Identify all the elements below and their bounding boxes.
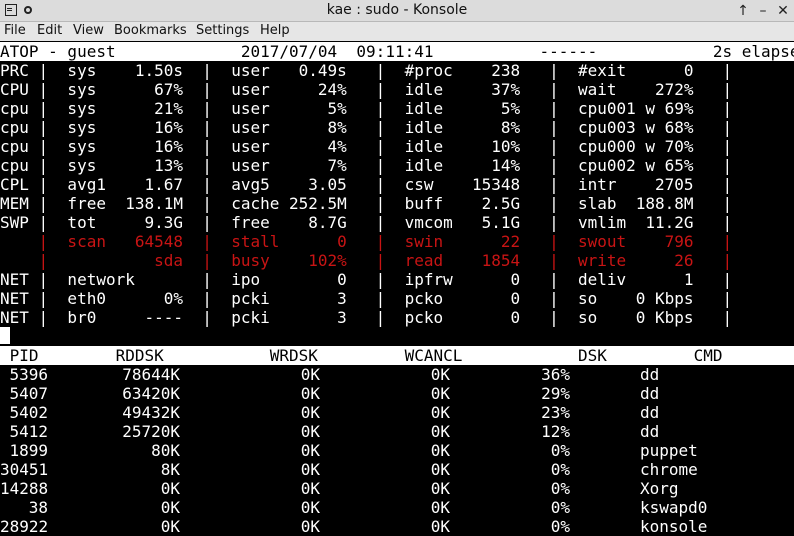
process-rddsk: 25720K: [122, 422, 180, 441]
process-wrdsk: 0K: [300, 498, 320, 517]
process-dsk: 0%: [550, 479, 570, 498]
process-rddsk: 80K: [151, 441, 180, 460]
process-row: 1899 80K 0K 0K 0% puppet: [0, 441, 794, 460]
menu-help[interactable]: Help: [260, 23, 290, 38]
process-cmd: kswapd0: [640, 498, 708, 517]
process-wrdsk: 0K: [300, 479, 320, 498]
process-rddsk: 0K: [160, 517, 180, 536]
process-row: 5407 63420K 0K 0K 29% dd: [0, 384, 794, 403]
process-wcancl: 0K: [430, 422, 450, 441]
process-pid: 5402: [9, 403, 48, 422]
process-rddsk: 49432K: [122, 403, 180, 422]
process-wcancl: 0K: [430, 441, 450, 460]
process-row: 5402 49432K 0K 0K 23% dd: [0, 403, 794, 422]
system-stat-line: NET | br0 ---- | pcki 3 | pcko 0 | so 0 …: [0, 308, 733, 327]
process-dsk: 0%: [550, 460, 570, 479]
process-pid: 28922: [0, 517, 49, 536]
system-stat-line: CPU | sys 67% | user 24% | idle 37% | wa…: [0, 80, 733, 99]
process-wcancl: 0K: [430, 365, 450, 384]
process-cmd: dd: [640, 384, 660, 403]
process-cmd: konsole: [640, 517, 708, 536]
minimize-button[interactable]: –: [754, 2, 772, 20]
process-wcancl: 0K: [430, 403, 450, 422]
terminal-view[interactable]: ATOP - guest 2017/07/04 09:11:41 ------ …: [0, 41, 794, 536]
process-pid: 38: [28, 498, 48, 517]
process-wrdsk: 0K: [300, 441, 320, 460]
process-dsk: 0%: [550, 517, 570, 536]
menu-view[interactable]: View: [73, 23, 104, 38]
process-wcancl: 0K: [430, 460, 450, 479]
process-row: 28922 0K 0K 0K 0% konsole: [0, 517, 794, 536]
system-stat-line: CPL | avg1 1.67 | avg5 3.05 | csw 15348 …: [0, 175, 733, 194]
window-title: kae : sudo - Konsole: [326, 2, 468, 18]
menu-settings[interactable]: Settings: [196, 23, 249, 38]
system-stat-line: | scan 64548 | stall 0 | swin 22 | swout…: [0, 232, 733, 251]
keep-above-button[interactable]: ↑: [734, 2, 752, 20]
process-wrdsk: 0K: [300, 517, 320, 536]
system-stat-line: NET | network | ipo 0 | ipfrw 0 | deliv …: [0, 270, 733, 289]
process-wrdsk: 0K: [300, 384, 320, 403]
menu-bar: File Edit View Bookmarks Settings Help: [0, 22, 794, 41]
process-row: 14288 0K 0K 0K 0% Xorg: [0, 479, 794, 498]
process-pid: 5407: [9, 384, 48, 403]
terminal-cursor: [0, 327, 10, 344]
process-pid: 5412: [9, 422, 48, 441]
process-cmd: puppet: [640, 441, 698, 460]
process-wcancl: 0K: [430, 517, 450, 536]
process-wrdsk: 0K: [300, 422, 320, 441]
process-rddsk: 0K: [160, 479, 180, 498]
process-dsk: 0%: [550, 441, 570, 460]
atop-header: ATOP - guest 2017/07/04 09:11:41 ------ …: [0, 42, 794, 61]
system-stat-line: cpu | sys 21% | user 5% | idle 5% | cpu0…: [0, 99, 733, 118]
process-dsk: 12%: [541, 422, 570, 441]
process-rddsk: 8K: [160, 460, 180, 479]
process-wcancl: 0K: [430, 384, 450, 403]
process-dsk: 23%: [541, 403, 570, 422]
process-pid: 5396: [9, 365, 48, 384]
window-titlebar[interactable]: kae : sudo - Konsole ↑ – ✕: [0, 0, 794, 22]
process-rddsk: 0K: [160, 498, 180, 517]
process-row: 30451 8K 0K 0K 0% chrome: [0, 460, 794, 479]
process-wcancl: 0K: [430, 479, 450, 498]
process-cmd: dd: [640, 365, 660, 384]
process-dsk: 0%: [550, 498, 570, 517]
menu-edit[interactable]: Edit: [37, 23, 62, 38]
process-wrdsk: 0K: [300, 365, 320, 384]
system-stat-line: cpu | sys 13% | user 7% | idle 14% | cpu…: [0, 156, 733, 175]
process-rddsk: 78644K: [122, 365, 180, 384]
process-cmd: dd: [640, 422, 660, 441]
menu-file[interactable]: File: [4, 23, 26, 38]
process-row: 5396 78644K 0K 0K 36% dd: [0, 365, 794, 384]
process-pid: 1899: [9, 441, 48, 460]
process-dsk: 36%: [541, 365, 570, 384]
system-stat-line: NET | eth0 0% | pcki 3 | pcko 0 | so 0 K…: [0, 289, 733, 308]
system-stat-line: SWP | tot 9.3G | free 8.7G | vmcom 5.1G …: [0, 213, 733, 232]
process-row: 38 0K 0K 0K 0% kswapd0: [0, 498, 794, 517]
system-stat-line: MEM | free 138.1M | cache 252.5M | buff …: [0, 194, 733, 213]
process-row: 5412 25720K 0K 0K 12% dd: [0, 422, 794, 441]
process-wcancl: 0K: [430, 498, 450, 517]
process-dsk: 29%: [541, 384, 570, 403]
process-header: PID RDDSK WRDSK WCANCL DSK CMD 1/2: [0, 346, 794, 365]
system-stat-line: cpu | sys 16% | user 4% | idle 10% | cpu…: [0, 137, 733, 156]
system-stat-line: cpu | sys 16% | user 8% | idle 8% | cpu0…: [0, 118, 733, 137]
process-pid: 14288: [0, 479, 49, 498]
process-rddsk: 63420K: [122, 384, 180, 403]
process-pid: 30451: [0, 460, 49, 479]
close-button[interactable]: ✕: [774, 2, 792, 20]
process-cmd: dd: [640, 403, 660, 422]
system-stat-line: PRC | sys 1.50s | user 0.49s | #proc 238…: [0, 61, 733, 80]
menu-bookmarks[interactable]: Bookmarks: [114, 23, 187, 38]
process-cmd: chrome: [640, 460, 698, 479]
process-wrdsk: 0K: [300, 460, 320, 479]
system-stat-line: | sda | busy 102% | read 1854 | write 26…: [0, 251, 733, 270]
process-wrdsk: 0K: [300, 403, 320, 422]
process-cmd: Xorg: [640, 479, 679, 498]
